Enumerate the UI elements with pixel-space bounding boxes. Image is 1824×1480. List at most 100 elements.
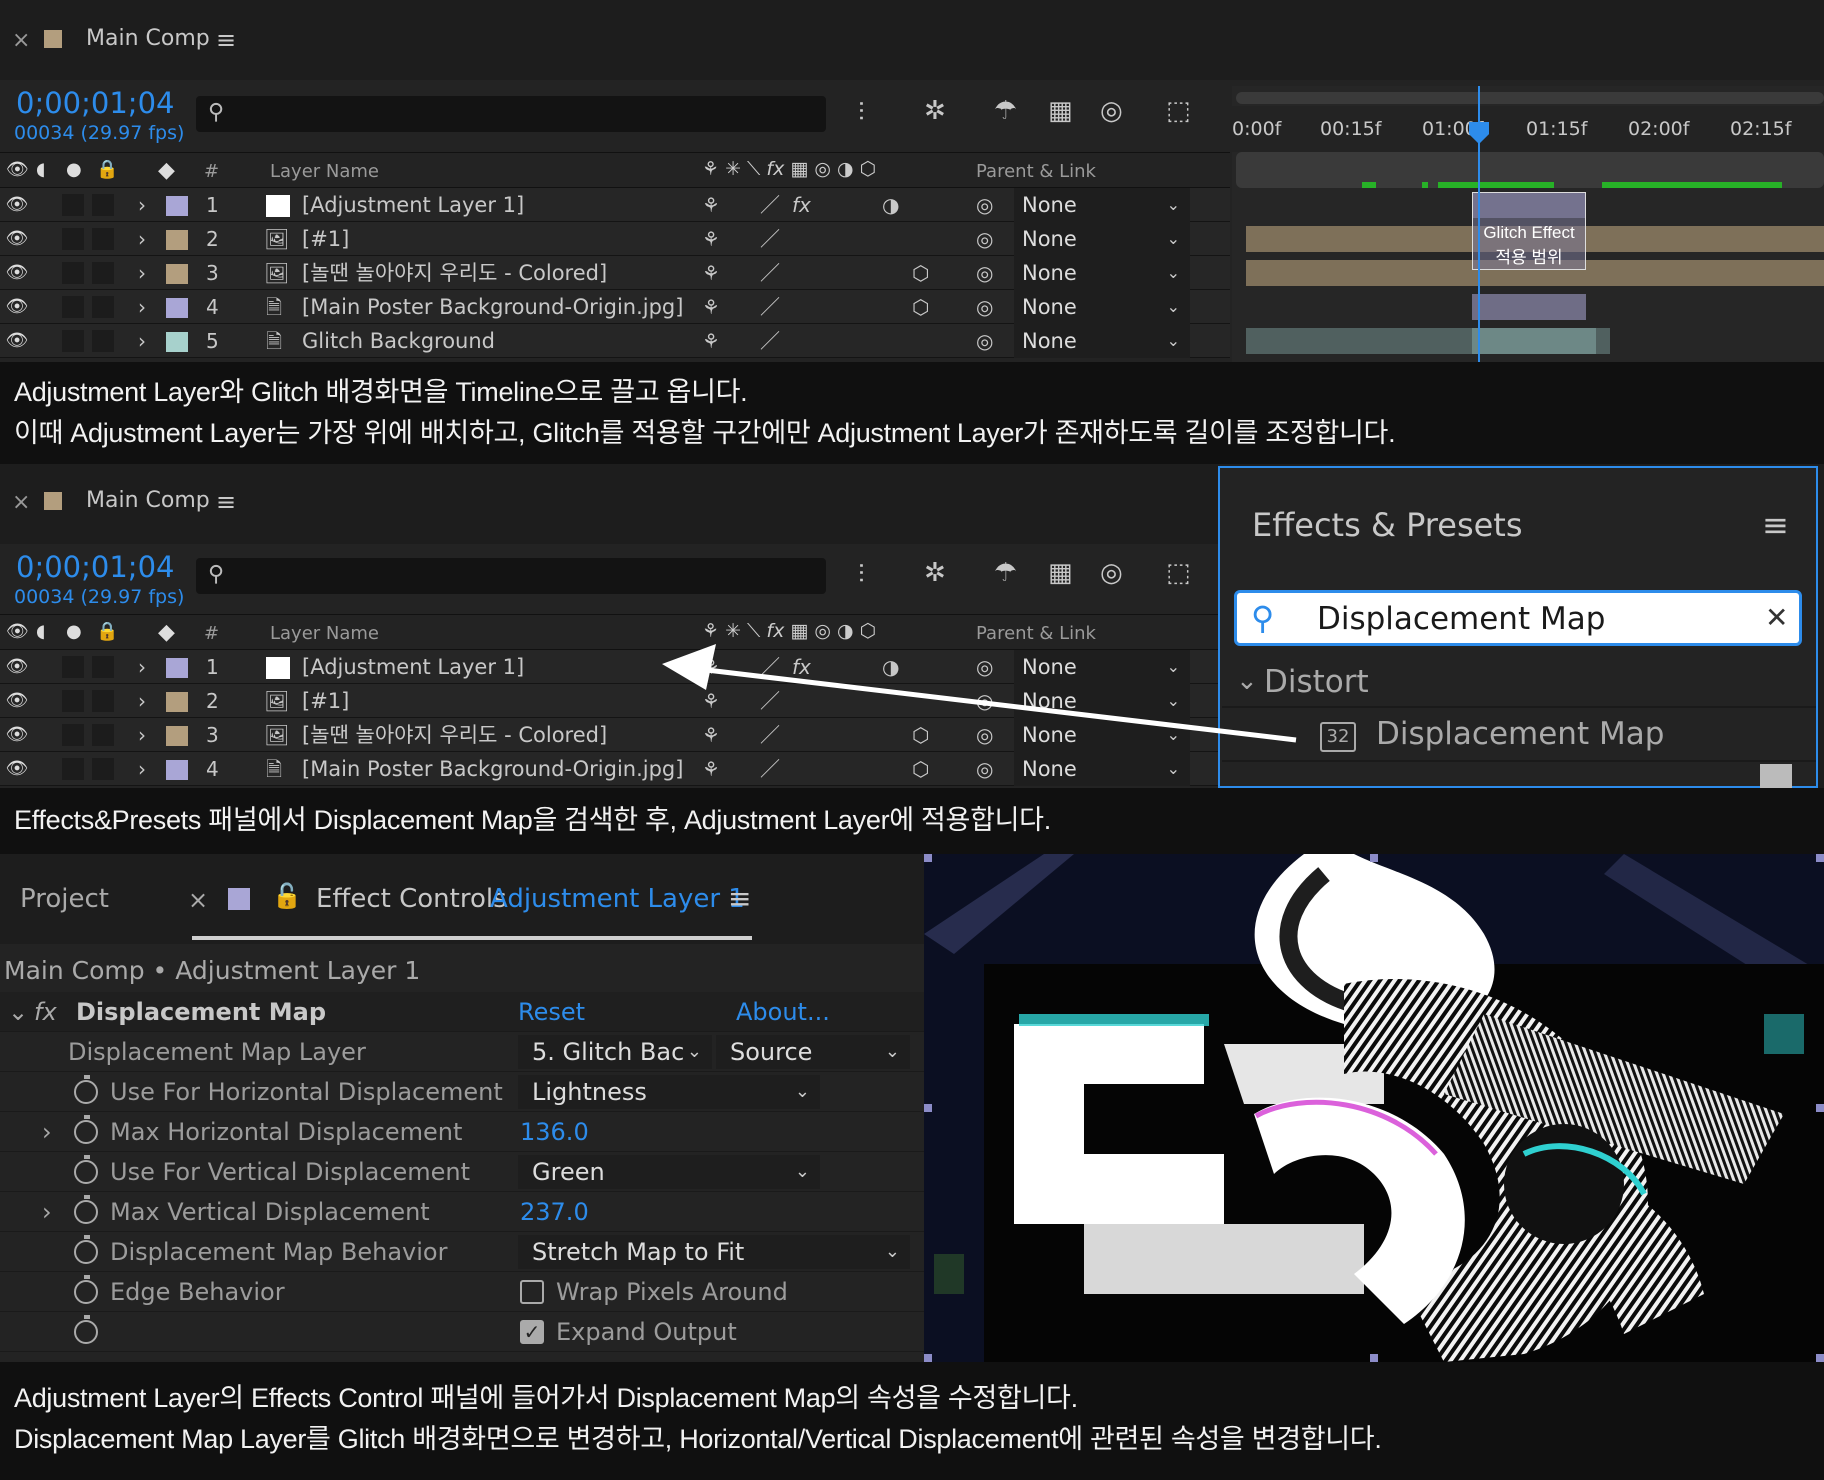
adjustment-switch-icon[interactable]: ◑ xyxy=(882,188,899,222)
label-color[interactable] xyxy=(166,230,188,250)
audio-slot[interactable] xyxy=(62,194,84,216)
pick-whip-icon[interactable]: ◎ xyxy=(976,222,993,256)
parent-select[interactable]: None ⌄ xyxy=(1014,290,1190,324)
tab-menu-icon[interactable]: ≡ xyxy=(216,26,236,54)
tab-effect-controls[interactable]: Effect Controls xyxy=(316,884,507,914)
label-color[interactable] xyxy=(166,196,188,216)
work-area-bar[interactable] xyxy=(1236,92,1824,104)
video-toggle-icon[interactable]: 👁 xyxy=(6,159,29,180)
eye-icon[interactable]: 👁 xyxy=(4,256,30,290)
layer-name[interactable]: [놀땐 놀아야지 우리도 - Colored] xyxy=(302,256,607,290)
tab-close-icon[interactable]: × xyxy=(12,28,30,53)
stopwatch-icon[interactable] xyxy=(74,1235,98,1264)
eye-icon[interactable]: 👁 xyxy=(4,188,30,222)
label-color[interactable] xyxy=(166,264,188,284)
shy-icon[interactable]: ⚘ xyxy=(702,324,720,358)
parent-select[interactable]: None ⌄ xyxy=(1014,324,1190,358)
solo-toggle-icon[interactable]: ● xyxy=(66,159,82,180)
lock-slot[interactable] xyxy=(92,228,114,250)
frame-blending-icon[interactable]: ▦ xyxy=(1048,96,1073,126)
collapse-chevron-icon[interactable]: ⌄ xyxy=(8,992,28,1032)
quality-icon[interactable]: ／ xyxy=(760,324,780,358)
comp-mini-flowchart-icon[interactable]: ⫶ xyxy=(858,98,865,129)
layer-name-column-header[interactable]: Layer Name xyxy=(270,161,379,182)
pick-whip-icon[interactable]: ◎ xyxy=(976,290,993,324)
shy-icon[interactable]: ⚘ xyxy=(702,188,720,222)
audio-slot[interactable] xyxy=(62,228,84,250)
expand-chevron-icon[interactable]: › xyxy=(42,1112,52,1152)
layer-name[interactable]: [Adjustment Layer 1] xyxy=(302,188,524,222)
layer-search-input[interactable]: ⚲ xyxy=(196,96,826,132)
tab-layer-name[interactable]: Adjustment Layer 1 xyxy=(490,884,745,914)
parent-select[interactable]: None ⌄ xyxy=(1014,256,1190,290)
tab-close-icon[interactable]: × xyxy=(188,886,208,914)
layer-row[interactable]: 👁 › 2 🖼 [#1] ⚘ ／ ◎ None ⌄ xyxy=(0,222,1230,256)
stopwatch-icon[interactable] xyxy=(74,1115,98,1144)
time-ruler[interactable]: 0:00f 00:15f 01:00f 01:15f 02:00f 02:15f xyxy=(1232,106,1824,152)
pick-whip-icon[interactable]: ◎ xyxy=(976,256,993,290)
layer-name[interactable]: [#1] xyxy=(302,222,349,256)
lock-toggle-icon[interactable]: 🔒 xyxy=(96,159,118,180)
selection-handle[interactable] xyxy=(1816,1104,1824,1112)
shy-icon[interactable]: ⚘ xyxy=(702,256,720,290)
motion-blur-icon[interactable]: ◎ xyxy=(1100,96,1123,126)
stopwatch-icon[interactable] xyxy=(74,1275,98,1304)
audio-slot[interactable] xyxy=(62,296,84,318)
audio-toggle-icon[interactable]: ◖ xyxy=(36,159,45,180)
shy-icon[interactable]: ⚘ xyxy=(702,222,720,256)
use-horizontal-select[interactable]: Lightness ⌄ xyxy=(518,1075,820,1109)
audio-slot[interactable] xyxy=(62,262,84,284)
comp-tab-title[interactable]: Main Comp xyxy=(86,26,210,51)
fx-toggle-icon[interactable]: fx xyxy=(34,992,57,1032)
effect-header-row[interactable]: ⌄ fx Displacement Map Reset About... xyxy=(0,992,924,1032)
pick-whip-icon[interactable]: ◎ xyxy=(976,324,993,358)
label-color[interactable] xyxy=(166,332,188,352)
map-layer-source-select[interactable]: Source ⌄ xyxy=(716,1035,910,1069)
layer-name[interactable]: [Main Poster Background-Origin.jpg] xyxy=(302,290,683,324)
shy-icon[interactable]: ⚘ xyxy=(702,290,720,324)
expand-chevron-icon[interactable]: › xyxy=(138,290,146,324)
selection-handle[interactable] xyxy=(924,1354,932,1362)
layer-row[interactable]: 👁 › 4 🗎 [Main Poster Background-Origin.j… xyxy=(0,290,1230,324)
stopwatch-icon[interactable] xyxy=(74,1155,98,1184)
tab-menu-icon[interactable]: ≡ xyxy=(728,882,751,915)
layer-row[interactable]: 👁 › 1 [Adjustment Layer 1] ⚘ ／ fx ◑ ◎ No… xyxy=(0,188,1230,222)
lock-slot[interactable] xyxy=(92,194,114,216)
current-timecode[interactable]: 0;00;01;04 xyxy=(16,86,174,120)
stopwatch-icon[interactable] xyxy=(74,1075,98,1104)
3d-layer-icon[interactable]: ⬡ xyxy=(912,290,929,324)
quality-icon[interactable]: ／ xyxy=(760,290,780,324)
max-vertical-value[interactable]: 237.0 xyxy=(520,1192,589,1232)
parent-select[interactable]: None ⌄ xyxy=(1014,222,1190,256)
use-vertical-select[interactable]: Green ⌄ xyxy=(518,1155,820,1189)
draft-3d-icon[interactable]: ✲ xyxy=(924,96,946,126)
graph-editor-icon[interactable]: ⬚ xyxy=(1166,96,1191,126)
expand-chevron-icon[interactable]: › xyxy=(42,1192,52,1232)
eye-icon[interactable]: 👁 xyxy=(4,222,30,256)
quality-icon[interactable]: ／ xyxy=(760,222,780,256)
wrap-pixels-checkbox[interactable] xyxy=(520,1280,544,1304)
lock-slot[interactable] xyxy=(92,330,114,352)
tab-project[interactable]: Project xyxy=(20,884,109,914)
lock-slot[interactable] xyxy=(92,296,114,318)
layer-name[interactable]: Glitch Background xyxy=(302,324,495,358)
expand-chevron-icon[interactable]: › xyxy=(138,188,146,222)
label-tag-icon[interactable]: ◆ xyxy=(158,158,175,183)
expand-chevron-icon[interactable]: › xyxy=(138,256,146,290)
eye-icon[interactable]: 👁 xyxy=(4,290,30,324)
max-horizontal-value[interactable]: 136.0 xyxy=(520,1112,589,1152)
about-link[interactable]: About... xyxy=(736,992,830,1032)
selection-handle[interactable] xyxy=(924,1104,932,1112)
expand-output-checkbox[interactable]: ✓ xyxy=(520,1320,544,1344)
quality-icon[interactable]: ／ xyxy=(760,256,780,290)
timeline-area[interactable]: 0:00f 00:15f 01:00f 01:15f 02:00f 02:15f… xyxy=(1232,86,1824,362)
eye-icon[interactable]: 👁 xyxy=(4,324,30,358)
stopwatch-icon[interactable] xyxy=(74,1315,98,1344)
selection-handle[interactable] xyxy=(924,854,932,862)
parent-select[interactable]: None ⌄ xyxy=(1014,188,1190,222)
selection-handle[interactable] xyxy=(1370,854,1378,862)
selection-handle[interactable] xyxy=(1816,854,1824,862)
label-color[interactable] xyxy=(166,298,188,318)
3d-layer-icon[interactable]: ⬡ xyxy=(912,256,929,290)
expand-chevron-icon[interactable]: › xyxy=(138,324,146,358)
